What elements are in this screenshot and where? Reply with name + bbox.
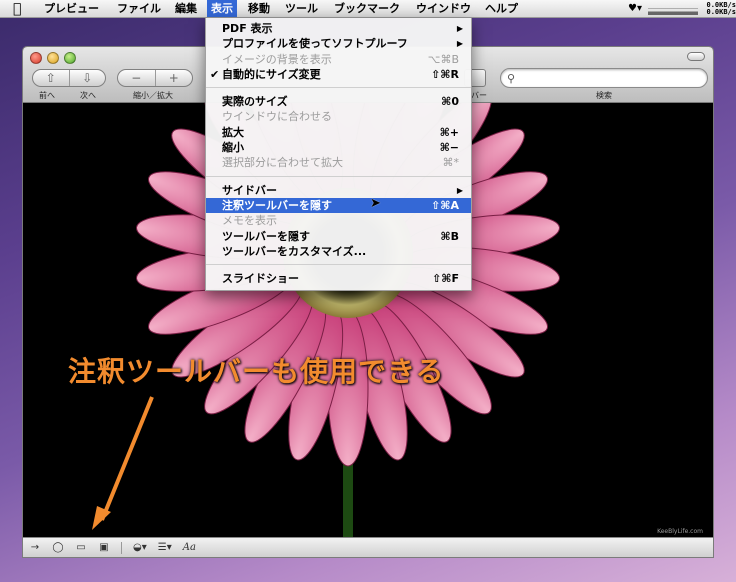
view-menu-item-shortcut: ⇧⌘R bbox=[431, 67, 459, 81]
view-menu-item-shortcut: ⌘+ bbox=[439, 125, 459, 139]
view-menu-item-shortcut: ⌘* bbox=[442, 156, 460, 170]
menu-separator bbox=[206, 264, 471, 266]
menu-view[interactable]: 表示 bbox=[207, 0, 237, 17]
search-input[interactable]: ⚲ bbox=[500, 68, 708, 88]
view-menu-item-label: メモを表示 bbox=[222, 214, 277, 228]
plus-icon: + bbox=[168, 71, 179, 85]
view-menu-item-label: 拡大 bbox=[222, 125, 244, 139]
view-menu-item-label: 実際のサイズ bbox=[222, 95, 288, 109]
view-menu-item[interactable]: サイドバー ▶ bbox=[206, 183, 471, 198]
zoom-label: 縮小／拡大 bbox=[133, 91, 173, 100]
next-page-button[interactable]: ⇩ bbox=[68, 70, 106, 86]
view-menu-item[interactable]: 縮小 ⌘− bbox=[206, 140, 471, 155]
zoom-out-button[interactable]: − bbox=[118, 70, 155, 86]
menu-edit[interactable]: 編集 bbox=[175, 0, 197, 17]
zoom-in-button[interactable]: + bbox=[154, 70, 193, 86]
prev-page-button[interactable]: ⇧ bbox=[33, 70, 69, 86]
zoom-window-icon[interactable] bbox=[64, 52, 76, 64]
menu-file[interactable]: ファイル bbox=[117, 0, 161, 17]
view-menu-item-label: イメージの背景を表示 bbox=[222, 52, 332, 66]
view-menu-item-label: ウインドウに合わせる bbox=[222, 110, 332, 124]
view-menu-item-label: 縮小 bbox=[222, 141, 244, 155]
network-meter: 0.0KB/s 0.0KB/s bbox=[704, 2, 736, 16]
annotation-toolbar: → ◯ ▭ ▣ ◒▾ ☰▾ Aa bbox=[23, 537, 713, 557]
menu-window[interactable]: ウインドウ bbox=[416, 0, 471, 17]
apple-menu-icon[interactable]:  bbox=[13, 1, 21, 17]
search-label: 検索 bbox=[596, 91, 612, 100]
minimize-window-icon[interactable] bbox=[47, 52, 59, 64]
menu-separator bbox=[206, 175, 471, 177]
oval-tool-icon[interactable]: ◯ bbox=[52, 541, 64, 555]
heart-status-icon[interactable]: ♥▾ bbox=[628, 3, 642, 14]
view-menu-item: ウインドウに合わせる bbox=[206, 109, 471, 124]
view-menu-item-label: 注釈ツールバーを隠す bbox=[222, 198, 332, 212]
overlay-caption: 注釈ツールバーも使用できる bbox=[68, 355, 445, 388]
view-menu-item[interactable]: 実際のサイズ ⌘0 bbox=[206, 94, 471, 109]
view-menu-item[interactable]: ツールバーをカスタマイズ... bbox=[206, 244, 471, 259]
close-window-icon[interactable] bbox=[30, 52, 42, 64]
view-menu-item[interactable]: プロファイルを使ってソフトプルーフ ▶ bbox=[206, 36, 471, 51]
text-box-tool-icon[interactable]: ▣ bbox=[98, 541, 110, 555]
view-menu-item-label: 自動的にサイズ変更 bbox=[222, 67, 321, 81]
color-picker-icon[interactable]: ◒▾ bbox=[133, 541, 147, 555]
view-menu-item: メモを表示 bbox=[206, 213, 471, 228]
view-menu-item-shortcut: ⌥⌘B bbox=[427, 52, 459, 66]
menu-tools[interactable]: ツール bbox=[285, 0, 318, 17]
rectangle-tool-icon[interactable]: ▭ bbox=[75, 541, 87, 555]
toolbar-toggle-button[interactable] bbox=[687, 52, 705, 61]
zoom-control: − + bbox=[117, 69, 193, 87]
submenu-arrow-icon: ▶ bbox=[456, 185, 463, 195]
arrow-tool-icon[interactable]: → bbox=[29, 541, 41, 555]
network-activity-graph bbox=[648, 2, 698, 15]
next-label: 次へ bbox=[80, 91, 96, 100]
view-menu-item-shortcut: ⌘0 bbox=[441, 95, 459, 109]
down-arrow-icon: ⇩ bbox=[82, 71, 93, 85]
view-menu-item-label: ツールバーをカスタマイズ... bbox=[222, 244, 367, 258]
menu-app-name[interactable]: プレビュー bbox=[44, 0, 99, 17]
view-menu-item[interactable]: ✔ 自動的にサイズ変更 ⇧⌘R bbox=[206, 67, 471, 82]
view-menu-item[interactable]: ツールバーを隠す ⌘B bbox=[206, 229, 471, 244]
submenu-arrow-icon: ▶ bbox=[456, 24, 463, 33]
view-menu-item[interactable]: 拡大 ⌘+ bbox=[206, 125, 471, 140]
view-menu-dropdown: PDF 表示 ▶ プロファイルを使ってソフトプルーフ ▶ イメージの背景を表示 ⌥⌘B ✔ 自… bbox=[205, 18, 472, 292]
view-menu-item[interactable]: 注釈ツールバーを隠す ⇧⌘A bbox=[206, 197, 471, 214]
checkmark-icon: ✔ bbox=[210, 67, 220, 81]
view-menu-item-label: サイドバー bbox=[222, 183, 277, 197]
view-menu-item[interactable]: スライドショー ⇧⌘F bbox=[206, 271, 471, 286]
menu-go[interactable]: 移動 bbox=[248, 0, 270, 17]
minus-icon: − bbox=[131, 71, 142, 85]
toolbar-divider bbox=[121, 541, 122, 554]
view-menu-item-shortcut: ⌘− bbox=[439, 141, 459, 155]
font-icon[interactable]: Aa bbox=[183, 541, 196, 555]
menu-status-area: ♥▾ 0.0KB/s 0.0KB/s bbox=[628, 0, 736, 17]
up-arrow-icon: ⇧ bbox=[45, 71, 56, 85]
view-menu-item[interactable]: PDF 表示 ▶ bbox=[206, 21, 471, 36]
prev-label: 前へ bbox=[39, 91, 55, 100]
menu-bookmarks[interactable]: ブックマーク bbox=[334, 0, 400, 17]
view-menu-item: イメージの背景を表示 ⌥⌘B bbox=[206, 52, 471, 67]
view-menu-item-shortcut: ⌘B bbox=[440, 229, 459, 243]
view-menu-item-label: ツールバーを隠す bbox=[222, 229, 310, 243]
view-menu-item: 選択部分に合わせて拡大 ⌘* bbox=[206, 155, 471, 170]
view-menu-item-label: プロファイルを使ってソフトプルーフ bbox=[222, 37, 408, 51]
mouse-cursor-icon: ➤ bbox=[370, 196, 381, 211]
submenu-arrow-icon: ▶ bbox=[456, 39, 463, 49]
view-menu-item-label: 選択部分に合わせて拡大 bbox=[222, 156, 343, 170]
menu-help[interactable]: ヘルプ bbox=[485, 0, 518, 17]
search-icon: ⚲ bbox=[507, 72, 516, 85]
view-menu-item-shortcut: ⇧⌘F bbox=[432, 272, 459, 286]
view-menu-item-label: PDF 表示 bbox=[222, 22, 273, 35]
net-down-rate: 0.0KB/s bbox=[706, 7, 736, 16]
view-menu-item-shortcut: ⇧⌘A bbox=[431, 198, 459, 212]
watermark: KeeBlyLife.com bbox=[657, 528, 703, 535]
view-menu-item-label: スライドショー bbox=[222, 272, 299, 286]
prev-next-control: ⇧ ⇩ bbox=[32, 69, 106, 87]
menu-separator bbox=[206, 87, 471, 89]
menu-bar:  プレビュー ファイル 編集 表示 移動 ツール ブックマーク ウインドウ ヘ… bbox=[0, 0, 736, 18]
line-style-icon[interactable]: ☰▾ bbox=[158, 541, 172, 555]
sidebar-label: バー bbox=[471, 91, 487, 100]
